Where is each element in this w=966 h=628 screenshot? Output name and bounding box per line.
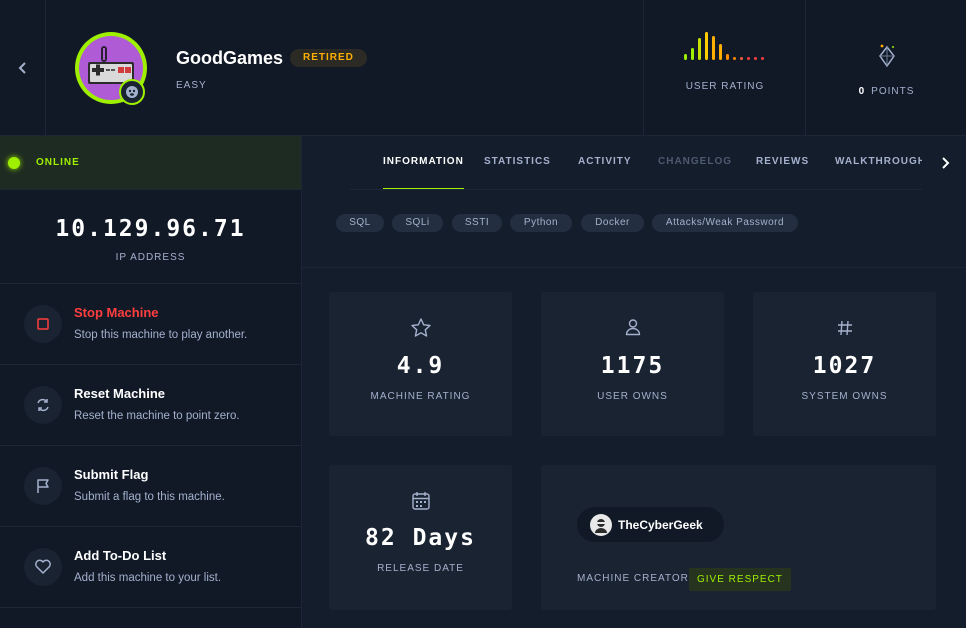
tab-changelog[interactable]: CHANGELOG — [658, 136, 732, 189]
tag-attacks-weak-password[interactable]: Attacks/Weak Password — [652, 214, 798, 232]
system-owns-value: 1027 — [812, 353, 877, 379]
tag-sql[interactable]: SQL — [336, 214, 384, 232]
tab-walkthroughs[interactable]: WALKTHROUGHS — [835, 136, 922, 189]
release-date-value: 82 Days — [365, 525, 476, 551]
points-label: 0 POINTS — [806, 86, 966, 97]
status-text: ONLINE — [36, 157, 80, 168]
points: 0 POINTS — [805, 0, 966, 136]
stop-icon-wrap — [24, 305, 62, 343]
machine-header: GoodGames RETIRED EASY USER RATING 0 POIN… — [0, 0, 966, 136]
tab-information[interactable]: INFORMATION — [383, 136, 464, 189]
stop-icon — [37, 318, 49, 330]
machine-rating-card: 4.9 MACHINE RATING — [329, 292, 512, 436]
difficulty-label: EASY — [176, 80, 207, 91]
reset-machine-desc: Reset the machine to point zero. — [74, 410, 240, 422]
machine-status: ONLINE — [0, 136, 301, 190]
ip-label: IP ADDRESS — [115, 252, 186, 263]
reset-machine-button[interactable]: Reset Machine Reset the machine to point… — [0, 365, 301, 446]
diamond-icon — [879, 44, 895, 68]
add-todo-button[interactable]: Add To-Do List Add this machine to your … — [0, 527, 301, 608]
submit-flag-desc: Submit a flag to this machine. — [74, 491, 225, 503]
os-badge — [119, 79, 145, 105]
tab-reviews[interactable]: REVIEWS — [756, 136, 809, 189]
creator-name: TheCyberGeek — [618, 517, 703, 532]
heart-icon — [35, 559, 51, 574]
user-rating-label: USER RATING — [685, 81, 765, 92]
user-rating[interactable]: USER RATING — [643, 0, 805, 136]
creator-label: MACHINE CREATOR — [577, 573, 689, 584]
submit-flag-title: Submit Flag — [74, 467, 149, 482]
tag-sqli[interactable]: SQLi — [392, 214, 443, 232]
flag-icon-wrap — [24, 467, 62, 505]
flag-icon — [37, 479, 49, 493]
status-dot-icon — [8, 156, 20, 169]
user-owns-value: 1175 — [600, 353, 665, 379]
stop-machine-desc: Stop this machine to play another. — [74, 329, 248, 341]
submit-flag-button[interactable]: Submit Flag Submit a flag to this machin… — [0, 446, 301, 527]
tag-list: SQL SQLi SSTI Python Docker Attacks/Weak… — [302, 190, 966, 268]
linux-icon — [126, 86, 138, 98]
tabs-next-button[interactable] — [926, 136, 966, 190]
user-icon — [625, 319, 640, 336]
tag-python[interactable]: Python — [510, 214, 572, 232]
chevron-left-icon — [18, 62, 26, 74]
release-date-card: 82 Days RELEASE DATE — [329, 465, 512, 610]
machine-rating-value: 4.9 — [396, 353, 445, 379]
main-content: INFORMATION STATISTICS ACTIVITY CHANGELO… — [302, 136, 966, 628]
creator-card: TheCyberGeek MACHINE CREATOR GIVE RESPEC… — [541, 465, 936, 610]
add-todo-title: Add To-Do List — [74, 548, 167, 563]
ip-address[interactable]: 10.129.96.71 — [0, 216, 301, 242]
points-text: POINTS — [871, 86, 915, 97]
machine-name: GoodGames — [176, 48, 284, 68]
user-owns-card: 1175 USER OWNS — [541, 292, 724, 436]
tag-docker[interactable]: Docker — [581, 214, 644, 232]
creator-avatar-icon — [595, 518, 607, 533]
rating-bars-icon — [684, 32, 764, 60]
reset-machine-title: Reset Machine — [74, 386, 166, 401]
stop-machine-title: Stop Machine — [74, 305, 159, 320]
ip-block: 10.129.96.71 IP ADDRESS — [0, 190, 301, 284]
heart-icon-wrap — [24, 548, 62, 586]
star-icon — [410, 318, 431, 337]
stop-machine-button[interactable]: Stop Machine Stop this machine to play a… — [0, 284, 301, 365]
tab-statistics[interactable]: STATISTICS — [484, 136, 551, 189]
calendar-icon — [411, 492, 430, 510]
tab-bar: INFORMATION STATISTICS ACTIVITY CHANGELO… — [350, 136, 922, 190]
chevron-right-icon — [942, 157, 950, 169]
tag-ssti[interactable]: SSTI — [452, 214, 502, 232]
creator-avatar — [590, 513, 612, 536]
hash-icon — [837, 320, 852, 336]
back-button[interactable] — [0, 0, 46, 136]
system-owns-card: 1027 SYSTEM OWNS — [753, 292, 936, 436]
give-respect-button[interactable]: GIVE RESPECT — [689, 568, 791, 591]
sidebar: ONLINE 10.129.96.71 IP ADDRESS Stop Mach… — [0, 136, 302, 628]
tab-activity[interactable]: ACTIVITY — [578, 136, 632, 189]
retired-badge: RETIRED — [290, 49, 367, 67]
add-todo-desc: Add this machine to your list. — [74, 572, 222, 584]
reset-icon — [37, 398, 49, 412]
machine-rating-label: MACHINE RATING — [370, 391, 471, 402]
reset-icon-wrap — [24, 386, 62, 424]
system-owns-label: SYSTEM OWNS — [801, 391, 888, 402]
points-value: 0 — [858, 86, 866, 97]
creator-profile-link[interactable]: TheCyberGeek — [577, 507, 724, 542]
release-date-label: RELEASE DATE — [377, 563, 464, 574]
user-owns-label: USER OWNS — [597, 391, 668, 402]
